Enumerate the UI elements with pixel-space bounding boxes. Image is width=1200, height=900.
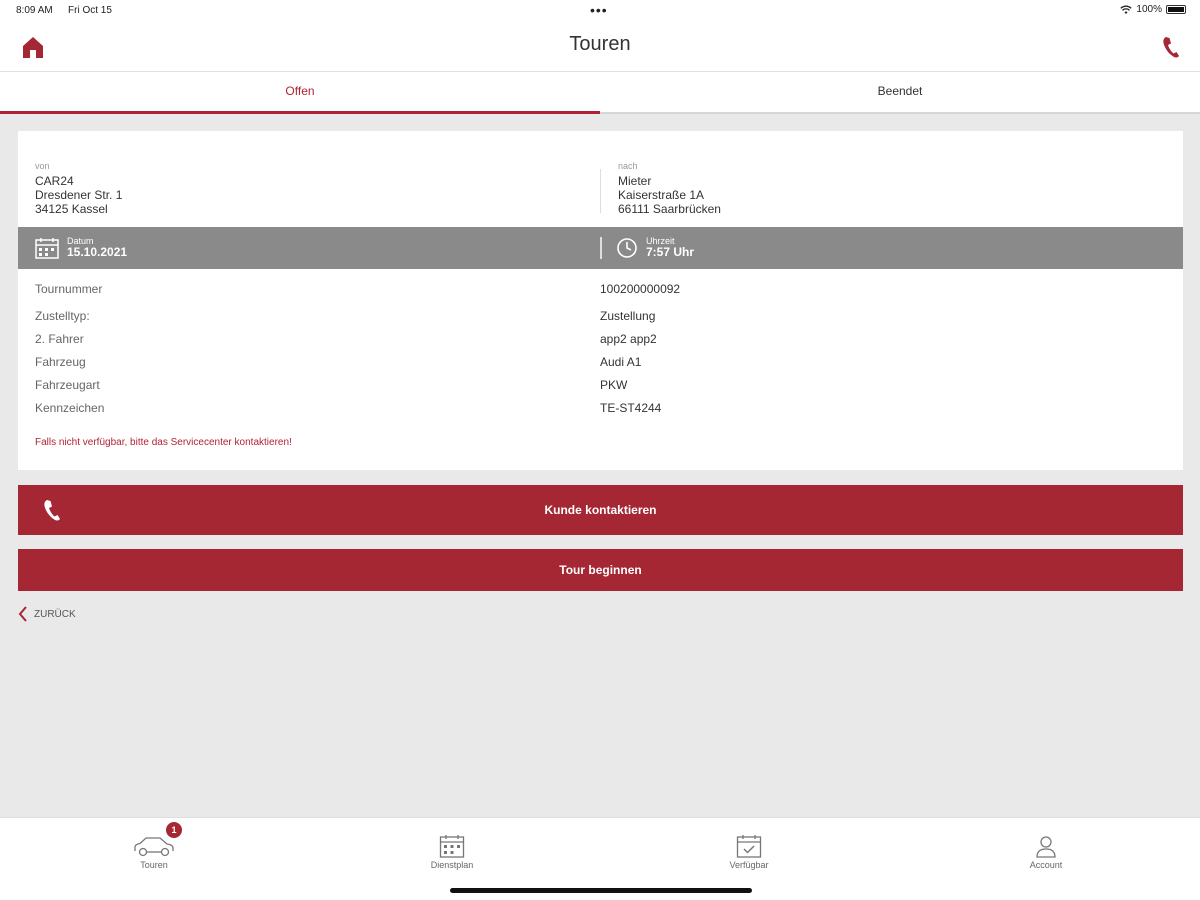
tabbar-label: Touren: [140, 860, 168, 870]
home-indicator: [450, 888, 752, 893]
date-time-divider: [600, 237, 602, 259]
back-link[interactable]: ZURÜCK: [18, 606, 76, 622]
start-tour-button[interactable]: Tour beginnen: [18, 549, 1183, 591]
detail-row: 2. Fahrer app2 app2: [35, 332, 1175, 355]
back-label: ZURÜCK: [34, 608, 76, 620]
calendar-check-icon: [736, 835, 762, 858]
contact-customer-label: Kunde kontaktieren: [544, 503, 657, 517]
status-time: 8:09 AM: [16, 5, 53, 16]
detail-row: Zustelltyp: Zustellung: [35, 309, 1175, 332]
tab-offen[interactable]: Offen: [0, 72, 600, 114]
detail-key: 2. Fahrer: [35, 332, 84, 346]
detail-key: Fahrzeugart: [35, 378, 100, 392]
detail-row: Tournummer 100200000092: [35, 282, 1175, 309]
start-tour-label: Tour beginnen: [559, 563, 642, 577]
detail-value: TE-ST4244: [600, 401, 662, 415]
date-block: Datum 15.10.2021: [35, 236, 127, 259]
time-value: 7:57 Uhr: [646, 245, 695, 259]
detail-row: Fahrzeug Audi A1: [35, 355, 1175, 378]
detail-value: Audi A1: [600, 355, 642, 369]
tabbar-label: Dienstplan: [430, 860, 474, 870]
to-line1: Mieter: [618, 174, 652, 188]
to-label: nach: [618, 161, 638, 171]
calendar-icon: [439, 835, 465, 858]
date-value: 15.10.2021: [67, 245, 128, 259]
contact-customer-button[interactable]: Kunde kontaktieren: [18, 485, 1183, 535]
page-title: Touren: [569, 33, 631, 55]
segment-tabs: Offen Beendet: [0, 72, 1200, 114]
from-address: von CAR24 Dresdener Str. 1 34125 Kassel: [35, 161, 122, 216]
battery-icon: [1166, 5, 1186, 14]
tabbar-item-touren[interactable]: 1 Touren: [104, 822, 204, 870]
availability-notice: Falls nicht verfügbar, bitte das Service…: [35, 437, 292, 448]
clock-icon: [617, 237, 637, 258]
battery-percent: 100%: [1136, 4, 1162, 15]
navigation-bar: Touren: [0, 22, 1200, 72]
tabbar-item-dienstplan[interactable]: Dienstplan: [402, 834, 502, 870]
to-line2: Kaiserstraße 1A: [618, 188, 705, 202]
tabbar-label: Verfügbar: [729, 860, 769, 870]
car-icon: [134, 837, 174, 857]
tab-beendet[interactable]: Beendet: [600, 72, 1200, 112]
from-label: von: [35, 161, 50, 171]
calendar-icon: [35, 237, 59, 259]
from-line1: CAR24: [35, 174, 74, 188]
from-line3: 34125 Kassel: [35, 202, 108, 216]
detail-key: Fahrzeug: [35, 355, 86, 369]
tour-details: Tournummer 100200000092 Zustelltyp: Zust…: [35, 282, 1175, 424]
date-time-bar: Datum 15.10.2021 Uhrzeit 7:57 Uhr: [18, 227, 1183, 269]
wifi-icon: [1120, 5, 1133, 14]
detail-row: Kennzeichen TE-ST4244: [35, 401, 1175, 424]
user-icon: [1036, 836, 1056, 858]
time-block: Uhrzeit 7:57 Uhr: [616, 236, 694, 259]
tabbar-item-verfuegbar[interactable]: Verfügbar: [699, 834, 799, 870]
status-date: Fri Oct 15: [68, 5, 112, 16]
tabbar-label: Account: [1029, 860, 1063, 870]
status-bar: 8:09 AM Fri Oct 15 ••• 100%: [0, 0, 1200, 22]
phone-icon[interactable]: [1160, 34, 1182, 60]
chevron-left-icon: [18, 606, 27, 622]
detail-value: 100200000092: [600, 282, 681, 296]
detail-row: Fahrzeugart PKW: [35, 378, 1175, 401]
detail-value: app2 app2: [600, 332, 657, 346]
to-line3: 66111 Saarbrücken: [618, 202, 721, 216]
detail-value: Zustellung: [600, 309, 656, 323]
detail-key: Tournummer: [35, 282, 103, 296]
detail-value: PKW: [600, 378, 628, 392]
notification-badge: 1: [166, 822, 182, 838]
address-divider: [600, 169, 601, 213]
to-address: nach Mieter Kaiserstraße 1A 66111 Saarbr…: [618, 161, 721, 216]
detail-key: Zustelltyp:: [35, 309, 90, 323]
phone-icon: [44, 500, 60, 521]
multitasking-dots[interactable]: •••: [590, 2, 608, 18]
tour-card: von CAR24 Dresdener Str. 1 34125 Kassel …: [18, 131, 1183, 470]
status-indicators: 100%: [1120, 4, 1186, 15]
tabbar-item-account[interactable]: Account: [996, 834, 1096, 870]
from-line2: Dresdener Str. 1: [35, 188, 123, 202]
detail-key: Kennzeichen: [35, 401, 105, 415]
